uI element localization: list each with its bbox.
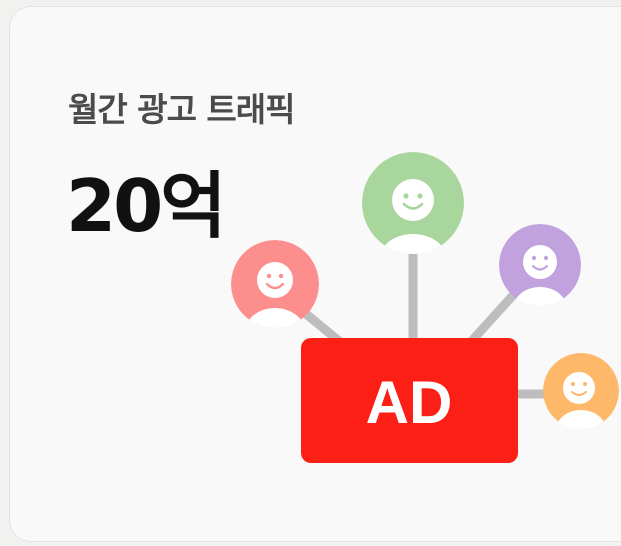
ad-box: AD xyxy=(301,338,518,463)
avatar-red xyxy=(231,240,319,328)
avatar-orange xyxy=(543,353,619,429)
smiley-face-icon xyxy=(257,262,293,298)
ad-network-illustration: AD xyxy=(231,152,619,463)
smiley-face-icon xyxy=(392,179,434,221)
connector-line-purple xyxy=(464,288,520,349)
avatar-purple xyxy=(499,224,581,306)
smiley-face-icon xyxy=(563,372,595,404)
ad-label: AD xyxy=(366,369,453,436)
smiley-face-icon xyxy=(523,245,557,279)
